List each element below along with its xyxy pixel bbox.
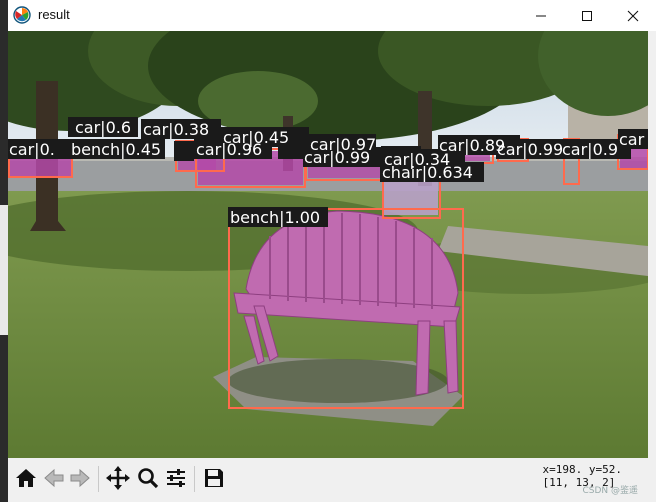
background-window-edge <box>0 0 8 502</box>
close-button[interactable] <box>610 0 656 31</box>
configure-subplots-button[interactable] <box>162 464 190 492</box>
detection-label: car|0.89 <box>439 136 505 155</box>
arrow-right-icon <box>70 468 90 488</box>
detection-label: car|0. <box>9 140 55 159</box>
forward-button[interactable] <box>66 464 94 492</box>
navigation-toolbar: x=198. y=52. [11, 13, 2] CSDN @鉴遥 <box>8 458 656 502</box>
pan-button[interactable] <box>104 464 132 492</box>
sliders-icon <box>167 469 185 487</box>
maximize-button[interactable] <box>564 0 610 31</box>
detection-label: chair|0.634 <box>382 163 473 182</box>
detection-label: car|0.99 <box>304 148 370 167</box>
back-button[interactable] <box>40 464 68 492</box>
minimize-button[interactable] <box>518 0 564 31</box>
detection-label: car|0.96 <box>196 140 262 159</box>
home-button[interactable] <box>12 464 40 492</box>
close-icon <box>627 10 639 21</box>
detection-label: car|0.99 <box>497 140 563 159</box>
detection-image: car|0.6 car|0.38 car|0.45 car|0.97 car|0… <box>8 31 648 458</box>
arrow-left-icon <box>44 468 64 488</box>
home-icon <box>16 469 36 487</box>
detection-label: car|0.6 <box>75 118 131 137</box>
toolbar-separator <box>194 466 195 492</box>
background-window-panel <box>0 205 8 335</box>
save-button[interactable] <box>200 464 228 492</box>
move-icon <box>106 466 130 490</box>
coords-position: x=198. y=52. <box>542 463 622 476</box>
detection-label: bench|1.00 <box>230 208 320 227</box>
zoom-icon <box>138 468 159 489</box>
save-icon <box>205 469 223 487</box>
maximize-icon <box>582 10 592 21</box>
zoom-button[interactable] <box>134 464 162 492</box>
toolbar-separator <box>98 466 99 492</box>
minimize-icon <box>536 15 546 16</box>
window-title: result <box>38 7 70 22</box>
result-window: result car|0.6 car|0.38 car|0.45 car|0.9… <box>0 0 656 502</box>
detection-label: bench|0.45 <box>71 140 161 159</box>
detection-label: car <box>619 130 645 149</box>
matplotlib-icon <box>13 6 31 24</box>
detection-label: car|0.38 <box>143 120 209 139</box>
title-bar[interactable]: result <box>8 0 656 31</box>
watermark: CSDN @鉴遥 <box>582 486 638 496</box>
figure-canvas[interactable]: car|0.6 car|0.38 car|0.45 car|0.97 car|0… <box>8 31 648 458</box>
detection-label: car|0.9 <box>562 140 618 159</box>
